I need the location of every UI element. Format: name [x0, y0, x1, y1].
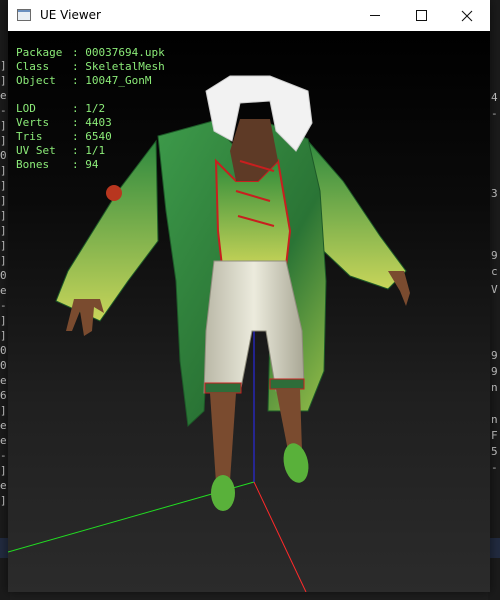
info-row-bones: Bones: 94	[16, 158, 99, 171]
background-glyph: 3	[491, 187, 498, 200]
info-row-verts: Verts: 4403	[16, 116, 112, 129]
background-glyph: F	[491, 429, 498, 442]
background-glyph: 6	[0, 389, 7, 402]
background-glyph: e	[0, 419, 7, 432]
info-value: SkeletalMesh	[85, 60, 165, 73]
minimize-button[interactable]	[352, 0, 398, 31]
info-row-uvset: UV Set: 1/1	[16, 144, 106, 157]
info-key: Class	[16, 60, 50, 73]
background-glyph: 9	[491, 249, 498, 262]
background-glyph: ]	[0, 464, 7, 477]
info-row-lod: LOD: 1/2	[16, 102, 106, 115]
close-icon	[461, 10, 473, 21]
app-window-icon	[17, 9, 31, 21]
background-glyph: ]	[0, 59, 7, 72]
background-glyph: e	[0, 434, 7, 447]
info-row-object: Object: 10047_GonM	[16, 74, 152, 87]
background-glyph: -	[0, 449, 7, 462]
info-value: 1/2	[85, 102, 106, 115]
background-glyph: c	[491, 265, 498, 278]
ue-viewer-window: UE Viewer Package: 00037694.upk Class:…	[8, 0, 490, 592]
background-glyph: -	[491, 461, 498, 474]
info-value: 6540	[85, 130, 112, 143]
info-value: 4403	[85, 116, 112, 129]
background-glyph: 5	[491, 445, 498, 458]
info-row-tris: Tris: 6540	[16, 130, 112, 143]
maximize-icon	[415, 10, 427, 21]
axis-x-line	[253, 481, 307, 592]
background-glyph: 0	[0, 359, 7, 372]
info-value: 1/1	[85, 144, 106, 157]
background-glyph: V	[491, 283, 498, 296]
info-value: 10047_GonM	[85, 74, 152, 87]
minimize-icon	[370, 15, 380, 16]
background-glyph: 9	[491, 349, 498, 362]
background-glyph: ]	[0, 224, 7, 237]
info-key: Object	[16, 74, 56, 87]
background-glyph: -	[0, 299, 7, 312]
background-glyph: ]	[0, 74, 7, 87]
close-button[interactable]	[444, 0, 490, 31]
info-row-class: Class: SkeletalMesh	[16, 60, 165, 73]
background-glyph: ]	[0, 164, 7, 177]
info-key: LOD	[16, 102, 36, 115]
background-glyph: ]	[0, 134, 7, 147]
background-glyph: 0	[0, 344, 7, 357]
title-bar[interactable]: UE Viewer	[8, 0, 490, 31]
3d-viewport[interactable]: Package: 00037694.upk Class: SkeletalMes…	[8, 31, 490, 592]
background-glyph: -	[0, 104, 7, 117]
info-key: Package	[16, 46, 63, 59]
background-glyph: ]	[0, 254, 7, 267]
info-value: 94	[85, 158, 99, 171]
background-glyph: 4	[491, 91, 498, 104]
background-glyph: ]	[0, 179, 7, 192]
background-glyph: ]	[0, 404, 7, 417]
background-glyph: ]	[0, 239, 7, 252]
background-glyph: 0	[0, 269, 7, 282]
background-glyph: e	[0, 374, 7, 387]
background-glyph: e	[0, 284, 7, 297]
background-glyph: 9	[491, 365, 498, 378]
mesh-info-overlay: Package: 00037694.upk Class: SkeletalMes…	[16, 46, 165, 172]
background-glyph: -	[491, 107, 498, 120]
background-glyph: n	[491, 381, 498, 394]
info-key: Tris	[16, 130, 43, 143]
background-glyph: e	[0, 479, 7, 492]
background-glyph: ]	[0, 314, 7, 327]
maximize-button[interactable]	[398, 0, 444, 31]
background-glyph: ]	[0, 494, 7, 507]
background-glyph: 0	[0, 149, 7, 162]
info-key: Verts	[16, 116, 50, 129]
background-glyph: ]	[0, 329, 7, 342]
window-title: UE Viewer	[40, 8, 101, 22]
background-glyph: n	[491, 413, 498, 426]
background-glyph: ]	[0, 209, 7, 222]
background-glyph: ]	[0, 119, 7, 132]
background-glyph: ]	[0, 194, 7, 207]
info-key: UV Set	[16, 144, 56, 157]
background-glyph: e	[0, 89, 7, 102]
info-value: 00037694.upk	[85, 46, 165, 59]
info-key: Bones	[16, 158, 50, 171]
info-row-package: Package: 00037694.upk	[16, 46, 165, 59]
